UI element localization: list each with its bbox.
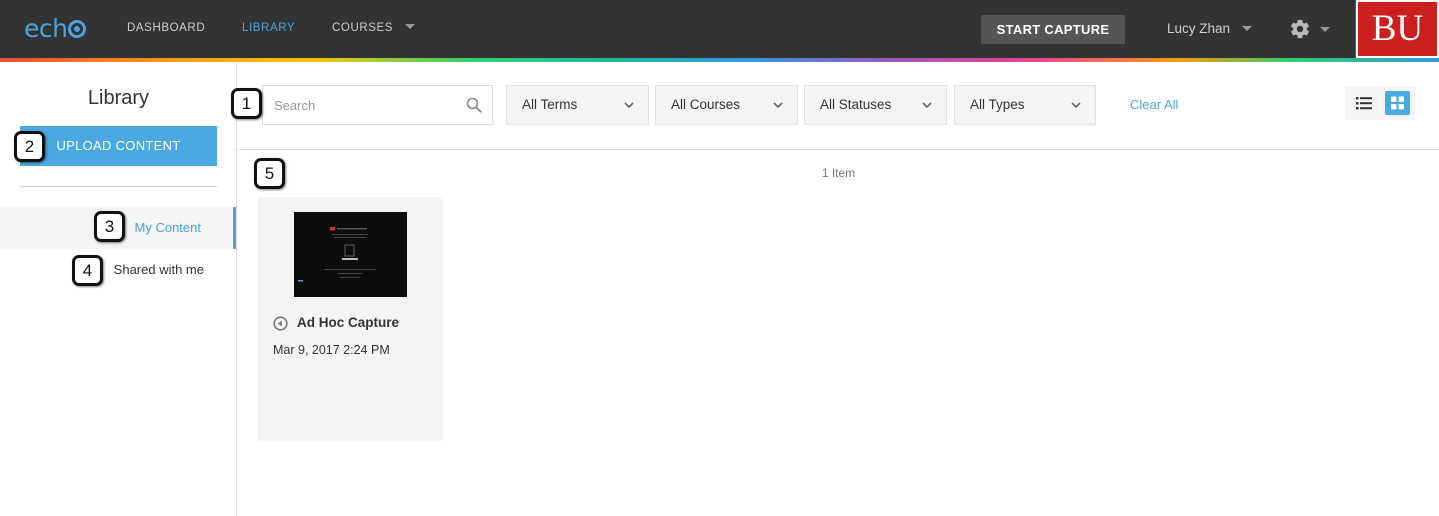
- chevron-down-icon: [1242, 26, 1253, 31]
- filter-courses-dropdown[interactable]: All Courses: [655, 85, 798, 125]
- grid-view-icon: [1391, 96, 1404, 110]
- chevron-down-icon[interactable]: [1320, 27, 1330, 32]
- user-name: Lucy Zhan: [1167, 21, 1231, 36]
- nav-library[interactable]: LIBRARY: [242, 22, 295, 34]
- play-circle-icon: [273, 316, 288, 331]
- sidebar-title: Library: [87, 87, 150, 109]
- bu-logo: BU: [1355, 0, 1439, 59]
- card-title[interactable]: Ad Hoc Capture: [297, 315, 399, 330]
- top-navigation-bar: ech DASHBOARD LIBRARY COURSES START CAPT…: [0, 0, 1439, 59]
- filter-courses-label: All Courses: [671, 97, 741, 112]
- view-toggle: [1345, 86, 1415, 120]
- chevron-down-icon: [1071, 102, 1081, 109]
- callout-marker-3: 3: [94, 211, 125, 242]
- upload-content-button[interactable]: UPLOAD CONTENT: [20, 126, 217, 166]
- video-thumbnail[interactable]: [294, 212, 407, 297]
- sidebar-divider: [20, 186, 217, 187]
- nav-dashboard[interactable]: DASHBOARD: [127, 22, 205, 34]
- gear-icon[interactable]: [1289, 18, 1311, 40]
- start-capture-button[interactable]: START CAPTURE: [981, 15, 1125, 44]
- callout-marker-5: 5: [254, 158, 285, 189]
- toolbar-divider: [238, 149, 1439, 150]
- echo-logo[interactable]: ech: [24, 14, 87, 43]
- callout-marker-2: 2: [14, 131, 45, 162]
- chevron-down-icon: [922, 102, 932, 109]
- nav-courses-label: COURSES: [332, 22, 394, 34]
- filter-terms-label: All Terms: [522, 97, 578, 112]
- search-placeholder: Search: [274, 98, 316, 113]
- search-input[interactable]: Search: [262, 85, 493, 125]
- user-menu[interactable]: Lucy Zhan: [1167, 21, 1253, 36]
- logo-o-icon: [68, 20, 87, 38]
- clear-all-link[interactable]: Clear All: [1130, 97, 1178, 112]
- callout-marker-1: 1: [231, 88, 262, 119]
- filter-types-dropdown[interactable]: All Types: [954, 85, 1096, 125]
- filter-statuses-label: All Statuses: [820, 97, 892, 112]
- filter-statuses-dropdown[interactable]: All Statuses: [804, 85, 947, 125]
- thumbnail-image: [294, 212, 407, 297]
- grid-view-button[interactable]: [1385, 91, 1410, 115]
- content-card[interactable]: Ad Hoc Capture Mar 9, 2017 2:24 PM: [258, 197, 443, 441]
- search-icon[interactable]: [466, 97, 482, 113]
- logo-text: ech: [24, 14, 68, 43]
- filter-types-label: All Types: [970, 97, 1025, 112]
- sidebar-item-shared-with-me[interactable]: Shared with me: [0, 249, 236, 291]
- chevron-down-icon: [773, 102, 783, 109]
- callout-marker-4: 4: [72, 255, 103, 286]
- filter-terms-dropdown[interactable]: All Terms: [506, 85, 649, 125]
- nav-courses[interactable]: COURSES: [332, 22, 416, 34]
- card-date: Mar 9, 2017 2:24 PM: [273, 343, 390, 357]
- list-view-icon[interactable]: [1355, 94, 1373, 112]
- chevron-down-icon: [624, 102, 634, 109]
- chevron-down-icon: [405, 24, 416, 29]
- item-count: 1 Item: [821, 166, 856, 180]
